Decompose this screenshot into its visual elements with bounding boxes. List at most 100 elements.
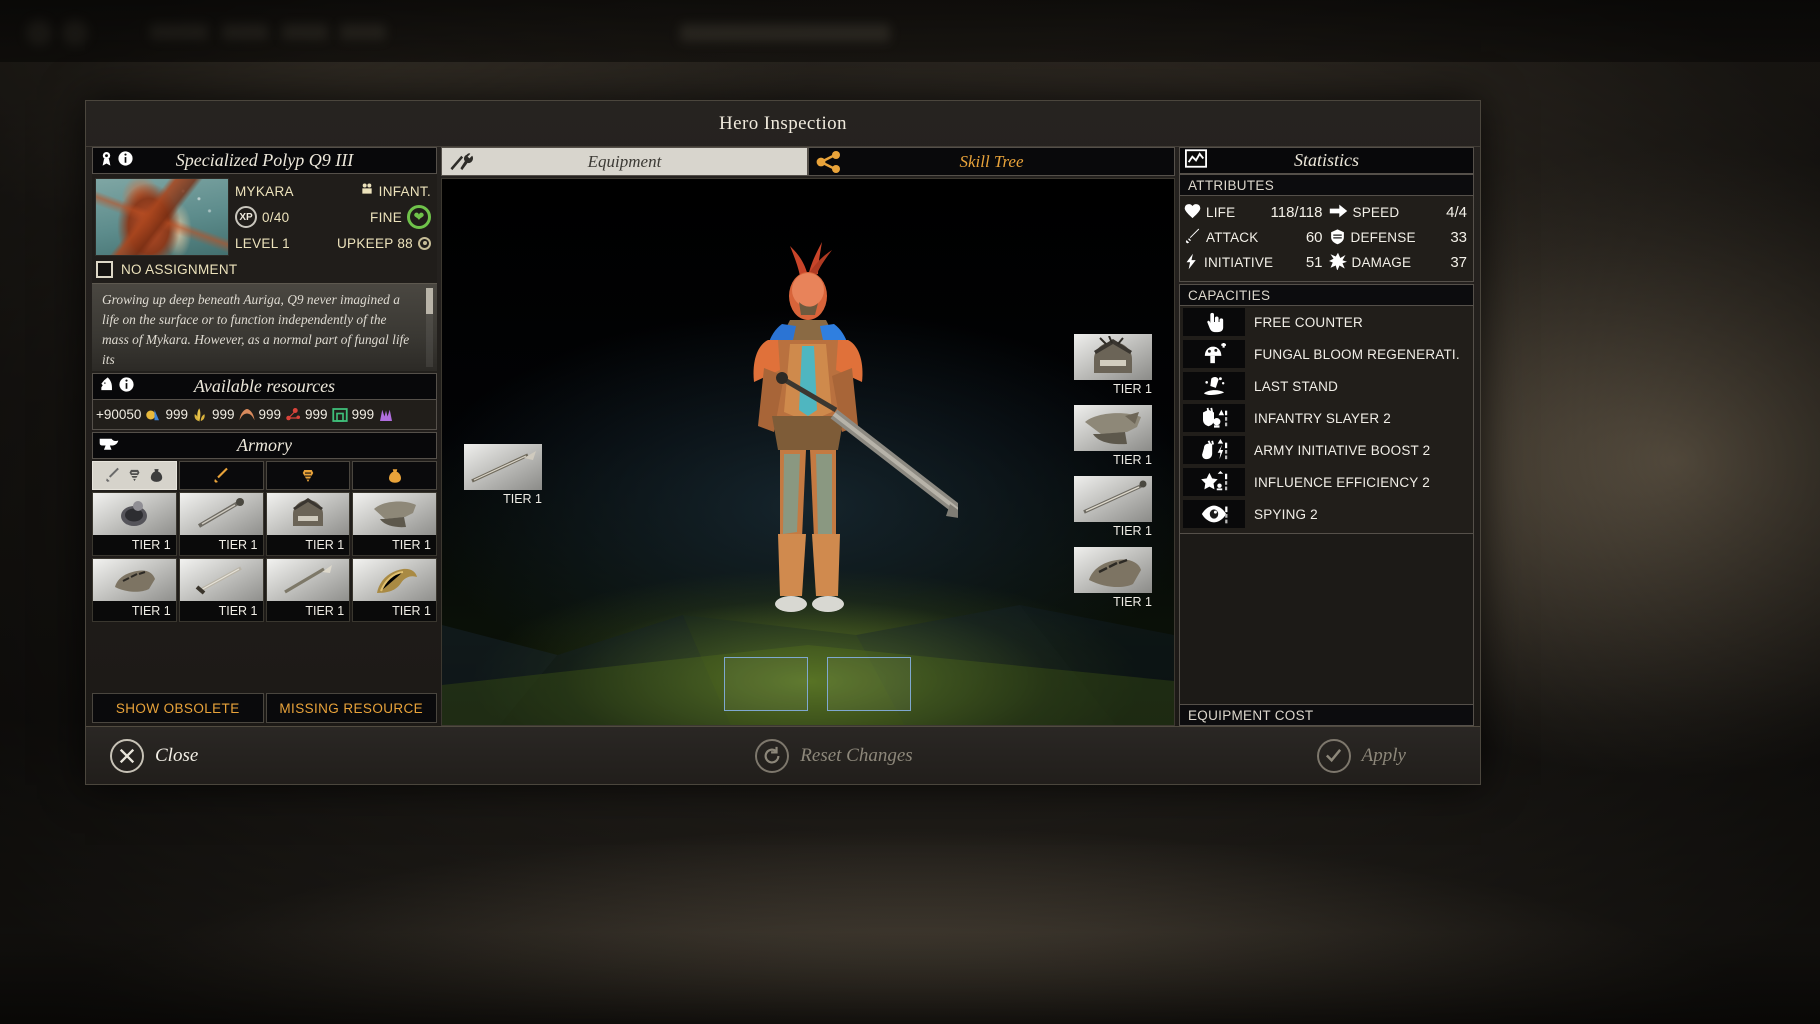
hero-portrait[interactable] — [95, 178, 229, 256]
heart-icon — [1184, 203, 1201, 222]
missing-resource-button[interactable]: MISSING RESOURCE — [265, 693, 437, 723]
equipment-cost-header: EQUIPMENT COST — [1179, 704, 1474, 726]
statistics-header: Statistics — [1179, 147, 1474, 174]
armory-item[interactable]: TIER 1 — [178, 492, 264, 556]
left-panel: Specialized Polyp Q9 III MYKARA INFANT. … — [92, 147, 437, 726]
staff-slot[interactable]: TIER 1 — [1074, 476, 1152, 538]
resources-row: +90050 999 999 999 999 999 — [92, 400, 437, 430]
capacities-header: CAPACITIES — [1179, 284, 1474, 306]
hero-description: Growing up deep beneath Auriga, Q9 never… — [92, 283, 437, 371]
no-assignment-row[interactable]: NO ASSIGNMENT — [92, 256, 437, 283]
tab-equipment[interactable]: Equipment — [441, 147, 808, 176]
fungal-bloom-icon — [1183, 340, 1245, 368]
gauntlet-slot[interactable]: TIER 1 — [1074, 547, 1152, 609]
no-assignment-label: NO ASSIGNMENT — [121, 262, 238, 277]
capacity-row[interactable]: LAST STAND — [1180, 370, 1473, 402]
spear-item-icon — [464, 444, 542, 490]
staff-item-icon — [179, 493, 263, 535]
sword-item-icon — [179, 559, 263, 601]
show-obsolete-button[interactable]: SHOW OBSOLETE — [92, 693, 264, 723]
helmet-slot[interactable]: TIER 1 — [1074, 334, 1152, 396]
armory-item[interactable]: TIER 1 — [92, 492, 177, 556]
anvil-icon — [98, 435, 120, 456]
hero-xp: 0/40 — [262, 209, 290, 225]
armory-title: Armory — [237, 435, 292, 455]
staff-item-icon — [1074, 476, 1152, 522]
no-assignment-checkbox[interactable] — [96, 261, 113, 278]
right-panel: Statistics ATTRIBUTES LIFE 118/118 SPEED… — [1179, 147, 1474, 726]
influence-star-icon — [1183, 468, 1245, 496]
hero-3d-viewport[interactable]: TIER 1 TIER 1 TIER 1 TIER 1 TIER 1 — [441, 178, 1175, 726]
weapon-slot-tier: TIER 1 — [503, 492, 542, 506]
resource-value: 999 — [211, 407, 235, 422]
pauldron-slot[interactable]: TIER 1 — [1074, 405, 1152, 467]
infantry-icon — [360, 182, 374, 201]
capacity-row[interactable]: FUNGAL BLOOM REGENERATI. — [1180, 338, 1473, 370]
close-icon — [110, 738, 144, 773]
sword-icon — [106, 467, 119, 482]
hand-pointer-icon — [1183, 308, 1245, 336]
info-icon[interactable] — [118, 376, 135, 398]
resources-header: Available resources — [92, 373, 437, 400]
reset-changes-label: Reset Changes — [800, 744, 913, 766]
armory-tab-armor[interactable] — [265, 461, 351, 490]
capacity-row[interactable]: ARMY INITIATIVE BOOST 2 — [1180, 434, 1473, 466]
tools-icon — [442, 152, 479, 171]
empty-slot-icon — [724, 657, 808, 711]
sword-icon — [214, 467, 228, 483]
dust-icon — [144, 406, 162, 424]
helmet-item-icon — [1074, 334, 1152, 380]
hero-level: LEVEL 1 — [235, 235, 290, 251]
description-scrollbar-thumb[interactable] — [426, 288, 433, 314]
capacity-row[interactable]: FREE COUNTER — [1180, 306, 1473, 338]
hero-quality: FINE — [370, 209, 402, 225]
armory-item-tier: TIER 1 — [179, 601, 263, 621]
empty-slot-icon — [827, 657, 911, 711]
boot-slot-left[interactable] — [724, 657, 808, 711]
attribute-life: LIFE 118/118 — [1184, 200, 1323, 225]
reset-icon — [755, 738, 790, 773]
armory-item[interactable]: TIER 1 — [178, 558, 264, 622]
strategic-icon — [377, 406, 395, 424]
tab-skill-tree[interactable]: Skill Tree — [808, 147, 1175, 176]
armory-item[interactable]: TIER 1 — [352, 492, 437, 556]
apply-label: Apply — [1361, 744, 1406, 766]
hero-card: MYKARA INFANT. XP 0/40 FINE ❤ LEVEL 1 UP… — [92, 174, 437, 283]
info-icon[interactable] — [117, 150, 134, 172]
last-stand-icon — [1183, 372, 1245, 400]
hero-unit-type: INFANT. — [378, 183, 431, 199]
reset-changes-button[interactable]: Reset Changes — [755, 738, 913, 773]
capacity-row[interactable]: INFANTRY SLAYER 2 — [1180, 402, 1473, 434]
weapon-slot[interactable]: TIER 1 — [464, 444, 542, 506]
armory-tab-misc[interactable] — [352, 461, 437, 490]
armory-item[interactable]: TIER 1 — [265, 492, 351, 556]
resource-value: 999 — [351, 407, 375, 422]
armory-item-grid: TIER 1 TIER 1 TIER 1 TIER 1 TIER 1 TIER … — [92, 492, 437, 622]
armory-tab-all[interactable] — [92, 461, 177, 490]
apply-button[interactable]: Apply — [1316, 738, 1406, 773]
screen: Hero Inspection Specialized Polyp Q9 III — [0, 0, 1820, 1024]
armory-tab-weapon[interactable] — [178, 461, 264, 490]
capacity-row[interactable]: INFLUENCE EFFICIENCY 2 — [1180, 466, 1473, 498]
boot-slot-right[interactable] — [827, 657, 911, 711]
gauntlet-slot-tier: TIER 1 — [1113, 595, 1152, 609]
gauntlet-item-icon — [1074, 547, 1152, 593]
close-button[interactable]: Close — [110, 738, 198, 773]
chart-icon — [1185, 148, 1207, 173]
armory-item-tier: TIER 1 — [179, 535, 263, 555]
helmet-slot-tier: TIER 1 — [1113, 382, 1152, 396]
spear-item-icon — [266, 559, 350, 601]
armory-item[interactable]: TIER 1 — [265, 558, 351, 622]
infantry-slayer-icon — [1183, 404, 1245, 432]
pouch-icon — [388, 468, 401, 483]
armory-header: Armory — [92, 432, 437, 459]
armory-item[interactable]: TIER 1 — [92, 558, 177, 622]
capacity-row[interactable]: SPYING 2 — [1180, 498, 1473, 530]
ring-item-icon — [93, 493, 176, 535]
branch-icon — [809, 150, 842, 173]
army-initiative-icon — [1183, 436, 1245, 464]
armory-item[interactable]: TIER 1 — [352, 558, 437, 622]
armory-item-tier: TIER 1 — [93, 601, 176, 621]
resource-value: 999 — [305, 407, 328, 422]
armor-icon — [302, 469, 314, 482]
